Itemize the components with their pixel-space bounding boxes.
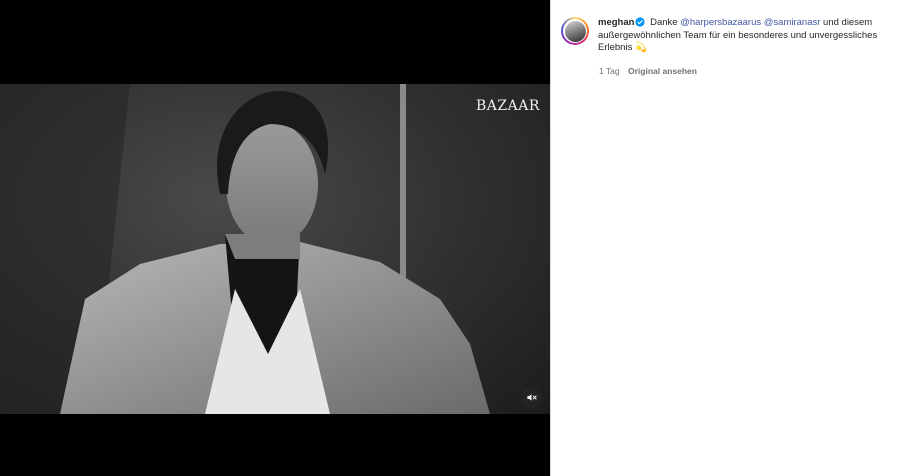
username-link[interactable]: meghan	[598, 17, 634, 28]
timestamp[interactable]: 1 Tag	[599, 66, 620, 76]
caption-row: meghan Danke @harpersbazaarus @samiranas…	[561, 17, 891, 55]
neck	[225, 234, 300, 259]
video-frame	[0, 84, 490, 414]
media-panel: BAZAAR	[0, 0, 550, 476]
mute-button[interactable]	[521, 387, 542, 408]
post-meta: 1 Tag Original ansehen	[599, 66, 697, 76]
sparkle-emoji: 💫	[634, 42, 647, 53]
verified-badge-icon	[635, 17, 646, 27]
caption: meghan Danke @harpersbazaarus @samiranas…	[598, 17, 888, 55]
mention-link[interactable]: @harpersbazaarus	[680, 17, 761, 28]
bazaar-watermark: BAZAAR	[476, 98, 540, 114]
mention-link[interactable]: @samiranasr	[764, 17, 821, 28]
see-original-button[interactable]: Original ansehen	[628, 66, 697, 76]
post-sidebar: meghan Danke @harpersbazaarus @samiranas…	[550, 0, 900, 476]
post-viewer: BAZAAR meghan Danke @harpersbazaarus @sa…	[0, 0, 900, 476]
avatar-image	[564, 20, 586, 42]
speaker-muted-icon	[527, 394, 537, 401]
avatar[interactable]	[561, 17, 589, 45]
caption-text: Danke	[650, 17, 678, 28]
video-player[interactable]: BAZAAR	[0, 84, 550, 414]
